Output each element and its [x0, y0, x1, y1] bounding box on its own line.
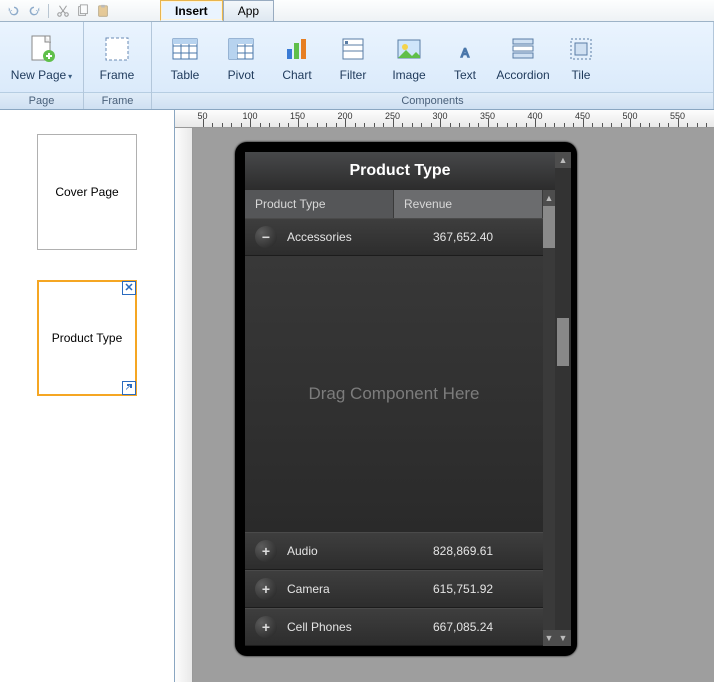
row-name: Audio — [287, 544, 433, 558]
svg-text:A: A — [461, 46, 469, 60]
ribbon: New Page▾ Page Frame Frame Table Pivot C… — [0, 22, 714, 110]
column-header-product-type: Product Type — [245, 190, 394, 218]
pivot-button[interactable]: Pivot — [214, 26, 268, 92]
horizontal-ruler: 50100150200250300350400450500550 — [175, 110, 714, 128]
frame-button[interactable]: Frame — [90, 26, 144, 92]
canvas-area[interactable]: Product Type Product Type Revenue − Acce… — [175, 128, 714, 682]
scroll-down-icon[interactable]: ▼ — [555, 630, 571, 646]
pages-panel: Cover Page ✕ Product Type — [0, 110, 175, 682]
page-thumb-label: Cover Page — [55, 185, 118, 199]
data-row[interactable]: + Camera 615,751.92 — [245, 570, 543, 608]
undo-button[interactable] — [5, 2, 23, 20]
page-thumb-product-type[interactable]: ✕ Product Type — [37, 280, 137, 396]
device-content: Product Type Product Type Revenue − Acce… — [245, 152, 555, 646]
tab-app[interactable]: App — [223, 0, 274, 21]
redo-button[interactable] — [25, 2, 43, 20]
ribbon-group-frame: Frame — [84, 92, 151, 109]
expand-icon[interactable]: + — [255, 578, 277, 600]
row-value: 828,869.61 — [433, 544, 543, 558]
quick-access-toolbar — [0, 0, 714, 22]
column-header-revenue: Revenue — [394, 190, 543, 218]
expand-icon[interactable]: + — [255, 616, 277, 638]
page-thumb-cover[interactable]: Cover Page — [37, 134, 137, 250]
new-page-icon — [26, 33, 58, 65]
tile-icon — [565, 33, 597, 65]
data-row[interactable]: − Accessories 367,652.40 — [245, 218, 543, 256]
device-preview: Product Type Product Type Revenue − Acce… — [235, 142, 577, 656]
image-icon — [393, 33, 425, 65]
outer-scrollbar[interactable]: ▲ ▼ — [555, 152, 571, 646]
cut-button[interactable] — [54, 2, 72, 20]
scroll-up-icon[interactable]: ▲ — [543, 190, 555, 206]
collapse-icon[interactable]: − — [255, 226, 277, 248]
scroll-down-icon[interactable]: ▼ — [543, 630, 555, 646]
accordion-icon — [507, 33, 539, 65]
inner-scrollbar[interactable]: ▲ ▼ — [543, 190, 555, 646]
table-button[interactable]: Table — [158, 26, 212, 92]
chart-button[interactable]: Chart — [270, 26, 324, 92]
filter-button[interactable]: Filter — [326, 26, 380, 92]
table-icon — [169, 33, 201, 65]
frame-icon — [101, 33, 133, 65]
ribbon-group-components: Components — [152, 92, 713, 109]
tile-button[interactable]: Tile — [554, 26, 608, 92]
ribbon-tabs: Insert App — [160, 0, 274, 22]
chart-icon — [281, 33, 313, 65]
ribbon-group-page: Page — [0, 92, 83, 109]
row-value: 367,652.40 — [433, 230, 543, 244]
tab-insert[interactable]: Insert — [160, 0, 223, 21]
scroll-up-icon[interactable]: ▲ — [555, 152, 571, 168]
row-name: Accessories — [287, 230, 433, 244]
row-name: Cell Phones — [287, 620, 433, 634]
row-value: 667,085.24 — [433, 620, 543, 634]
pivot-icon — [225, 33, 257, 65]
column-headers: Product Type Revenue — [245, 190, 543, 218]
row-name: Camera — [287, 582, 433, 596]
new-page-button[interactable]: New Page▾ — [6, 26, 77, 92]
drag-component-zone[interactable]: Drag Component Here — [245, 256, 543, 532]
filter-icon — [337, 33, 369, 65]
expand-icon[interactable] — [122, 381, 136, 395]
row-value: 615,751.92 — [433, 582, 543, 596]
vertical-ruler — [175, 128, 193, 682]
data-row[interactable]: + Audio 828,869.61 — [245, 532, 543, 570]
text-button[interactable]: AText — [438, 26, 492, 92]
close-icon[interactable]: ✕ — [122, 281, 136, 295]
text-icon: A — [449, 33, 481, 65]
expand-icon[interactable]: + — [255, 540, 277, 562]
image-button[interactable]: Image — [382, 26, 436, 92]
page-thumb-label: Product Type — [52, 331, 123, 345]
accordion-button[interactable]: Accordion — [494, 26, 552, 92]
device-title: Product Type — [245, 152, 555, 190]
data-row[interactable]: + Cell Phones 667,085.24 — [245, 608, 543, 646]
paste-button[interactable] — [94, 2, 112, 20]
copy-button[interactable] — [74, 2, 92, 20]
